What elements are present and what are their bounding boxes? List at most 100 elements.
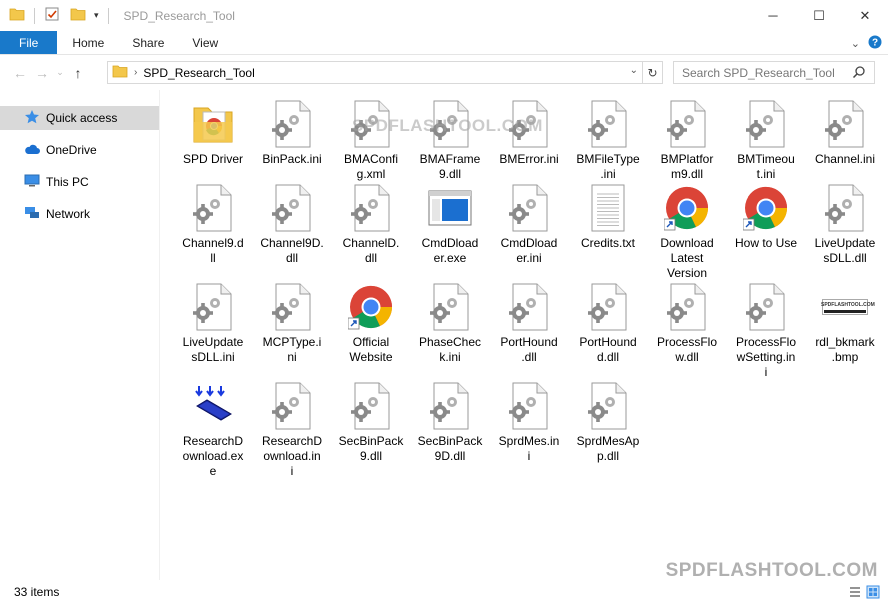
file-item[interactable]: Channel9D. dll [253, 184, 331, 266]
file-name: LiveUpdate sDLL.ini [182, 335, 244, 364]
recent-locations-button[interactable]: ⌄ [53, 67, 67, 78]
file-item[interactable]: Channel.ini [806, 100, 884, 167]
maximize-button[interactable]: ☐ [796, 0, 842, 31]
refresh-button[interactable]: ↻ [643, 61, 663, 84]
file-item[interactable]: Channel9.d ll [174, 184, 252, 266]
file-item[interactable]: SPD Driver [174, 100, 252, 167]
file-item[interactable]: BMAFrame 9.dll [411, 100, 489, 182]
file-item[interactable]: How to Use [727, 184, 805, 251]
forward-button[interactable]: → [31, 65, 53, 81]
large-icons-view-icon[interactable] [866, 585, 880, 602]
back-button[interactable]: ← [9, 65, 31, 81]
window-controls: ─ ☐ ✕ [750, 0, 888, 31]
network-icon [24, 206, 40, 223]
file-item[interactable]: ChannelD. dll [332, 184, 410, 266]
file-name: Download Latest Version [660, 236, 714, 280]
file-item[interactable]: LiveUpdate sDLL.dll [806, 184, 884, 266]
file-name: PortHound d.dll [579, 335, 637, 364]
file-item[interactable]: SPDFLASHTOOL.COM rdl_bkmark .bmp [806, 283, 884, 365]
file-item[interactable]: BMAConfi g.xml [332, 100, 410, 182]
chrome-shortcut-icon [742, 184, 790, 232]
file-item[interactable]: Download Latest Version [648, 184, 726, 281]
settings-file-icon [347, 184, 395, 232]
file-item[interactable]: PhaseChec k.ini [411, 283, 489, 365]
file-item[interactable]: SprdMesAp p.dll [569, 382, 647, 464]
file-name: ProcessFlo wSetting.in i [735, 335, 797, 379]
search-input[interactable]: Search SPD_Research_Tool [673, 61, 875, 84]
file-name: BMTimeou t.ini [737, 152, 795, 181]
address-row: ← → ⌄ ↑ › SPD_Research_Tool ⌄ ↻ Search S… [0, 56, 888, 89]
file-name: ResearchD ownload.in i [261, 434, 323, 478]
tab-share[interactable]: Share [118, 31, 178, 54]
up-button[interactable]: ↑ [67, 65, 89, 81]
file-item[interactable]: SecBinPack 9.dll [332, 382, 410, 464]
toolbar-separator [107, 7, 109, 24]
file-item[interactable]: MCPType.i ni [253, 283, 331, 365]
tab-view[interactable]: View [178, 31, 232, 54]
details-view-icon[interactable] [848, 585, 862, 602]
file-item[interactable]: ProcessFlo w.dll [648, 283, 726, 365]
settings-file-icon [742, 100, 790, 148]
file-name: SprdMes.in i [498, 434, 560, 463]
file-name: SPD Driver [182, 152, 243, 166]
file-name: SprdMesAp p.dll [576, 434, 640, 463]
file-item[interactable]: Credits.txt [569, 184, 647, 251]
file-name: BMAConfi g.xml [343, 152, 399, 181]
file-item[interactable]: ResearchD ownload.ex e [174, 382, 252, 479]
help-icon[interactable]: ? [868, 35, 882, 52]
nav-item-this-pc[interactable]: This PC [0, 170, 159, 194]
file-item[interactable]: Official Website [332, 283, 410, 365]
file-list: SPD Driver BinPack.ini BMAConfi g.xml BMAFr… [170, 94, 882, 580]
properties-icon[interactable] [44, 6, 60, 25]
file-name: SecBinPack 9D.dll [417, 434, 483, 463]
settings-file-icon [426, 283, 474, 331]
file-name: LiveUpdate sDLL.dll [814, 236, 876, 265]
settings-file-icon [268, 100, 316, 148]
settings-file-icon [268, 382, 316, 430]
nav-label: Quick access [46, 111, 118, 125]
quick-access-toolbar: ▾ [0, 6, 114, 25]
file-name: BMPlatfor m9.dll [660, 152, 714, 181]
file-item[interactable]: BinPack.ini [253, 100, 331, 167]
file-item[interactable]: PortHound .dll [490, 283, 568, 365]
file-item[interactable]: ProcessFlo wSetting.in i [727, 283, 805, 380]
address-path[interactable]: SPD_Research_Tool [143, 66, 254, 80]
folder-icon [189, 100, 237, 148]
tab-home[interactable]: Home [57, 31, 118, 54]
nav-item-network[interactable]: Network [0, 202, 159, 226]
file-item[interactable]: BMPlatfor m9.dll [648, 100, 726, 182]
file-item[interactable]: LiveUpdate sDLL.ini [174, 283, 252, 365]
nav-item-quick-access[interactable]: Quick access [0, 106, 159, 130]
status-bar: 33 items [0, 580, 888, 604]
file-item[interactable]: ResearchD ownload.in i [253, 382, 331, 479]
chrome-shortcut-icon [347, 283, 395, 331]
minimize-button[interactable]: ─ [750, 0, 796, 31]
settings-file-icon [584, 382, 632, 430]
file-item[interactable]: SecBinPack 9D.dll [411, 382, 489, 464]
nav-item-onedrive[interactable]: OneDrive [0, 138, 159, 162]
tab-file[interactable]: File [0, 31, 58, 54]
file-item[interactable]: PortHound d.dll [569, 283, 647, 365]
new-folder-icon[interactable] [70, 7, 86, 24]
settings-file-icon [505, 283, 553, 331]
chevron-down-icon[interactable]: ⌄ [851, 37, 860, 50]
file-name: CmdDload er.ini [500, 236, 558, 265]
settings-file-icon [189, 283, 237, 331]
file-item[interactable]: BMTimeou t.ini [727, 100, 805, 182]
close-button[interactable]: ✕ [842, 0, 888, 31]
file-item[interactable]: CmdDload er.ini [490, 184, 568, 266]
address-dropdown-icon[interactable]: ⌄ [630, 65, 638, 76]
nav-label: Network [46, 207, 91, 221]
star-icon [24, 109, 40, 128]
file-item[interactable]: CmdDload er.exe [411, 184, 489, 266]
customize-toolbar-icon[interactable]: ▾ [94, 10, 99, 21]
address-bar[interactable]: › SPD_Research_Tool ⌄ [107, 61, 643, 84]
file-name: Channel9D. dll [260, 236, 324, 265]
file-item[interactable]: BMFileType .ini [569, 100, 647, 182]
settings-file-icon [347, 382, 395, 430]
settings-file-icon [663, 283, 711, 331]
file-name: SecBinPack 9.dll [338, 434, 404, 463]
watermark-corner: SPDFLASHTOOL.COM [665, 560, 878, 581]
svg-text:?: ? [872, 38, 878, 49]
file-item[interactable]: SprdMes.in i [490, 382, 568, 464]
